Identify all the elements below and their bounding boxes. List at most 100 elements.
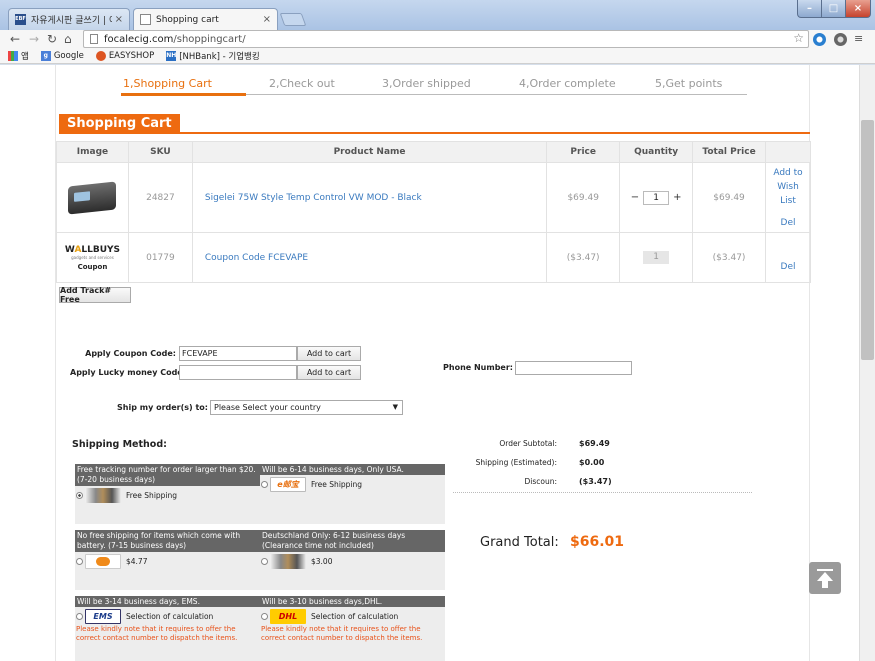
product-link[interactable]: Sigelei 75W Style Temp Control VW MOD - …	[205, 193, 422, 203]
price-cell: $69.49	[546, 162, 621, 233]
shipping-label: Shipping (Estimated):	[475, 458, 557, 467]
sku-cell: 24827	[127, 162, 193, 233]
apply-lucky-money-button[interactable]: Add to cart	[297, 365, 361, 380]
col-price: Price	[546, 141, 621, 163]
table-row: 24827 Sigelei 75W Style Temp Control VW …	[56, 162, 811, 233]
close-tab-icon[interactable]: ×	[263, 14, 271, 25]
eyoubao-logo-icon: e邮宝	[270, 477, 306, 492]
shipping-radio[interactable]	[261, 558, 268, 565]
shipping-value: $0.00	[579, 458, 605, 467]
home-icon[interactable]: ⌂	[64, 31, 72, 47]
shipping-option-ems: Will be 3-14 business days, EMS. EMS Sel…	[75, 596, 260, 661]
menu-icon[interactable]: ≡	[854, 31, 863, 47]
discount-label: Discoun:	[524, 477, 557, 486]
quantity-cell: 1	[619, 232, 694, 283]
new-tab-button[interactable]	[279, 13, 307, 26]
product-name-cell: Sigelei 75W Style Temp Control VW MOD - …	[191, 162, 548, 233]
lucky-money-label: Apply Lucky money Code:	[70, 368, 186, 377]
page-icon	[90, 34, 98, 44]
qty-plus-button[interactable]: +	[673, 192, 681, 203]
option-header: Will be 6-14 business days, Only USA.	[260, 464, 445, 475]
step-shopping-cart: 1,Shopping Cart	[123, 77, 212, 90]
bookmark-apps[interactable]: 앱	[8, 50, 29, 62]
grand-total-value: $66.01	[570, 534, 625, 550]
add-track-button[interactable]: Add Track# Free	[59, 286, 131, 304]
back-to-top-button[interactable]	[809, 562, 841, 594]
add-to-wishlist-link[interactable]: Add to Wish List	[773, 168, 802, 206]
browser-toolbar: ← → ↻ ⌂ focalecig.com /shoppingcart/ ☆ ≡	[0, 30, 875, 48]
col-image: Image	[56, 141, 129, 163]
tab-inactive[interactable]: EBF 자유게시판 글쓰기 | 이비 ×	[8, 8, 130, 30]
sku-cell: 01779	[127, 232, 193, 283]
bookmark-nhbank[interactable]: NH [NHBank] - 기업뱅킹	[166, 50, 260, 62]
address-bar[interactable]: focalecig.com /shoppingcart/ ☆	[83, 30, 809, 48]
truck-logo-icon	[270, 554, 306, 569]
bookmark-google[interactable]: g Google	[40, 50, 84, 61]
phone-number-input[interactable]	[515, 361, 632, 375]
url-path: /shoppingcart/	[173, 33, 246, 45]
actions-cell: Add to Wish List Del	[765, 162, 811, 233]
section-heading: Shopping Cart	[59, 114, 810, 134]
option-header: Deutschland Only: 6-12 business days (Cl…	[260, 530, 445, 552]
step-order-shipped: 3,Order shipped	[382, 77, 471, 90]
apply-coupon-button[interactable]: Add to cart	[297, 346, 361, 361]
col-quantity: Quantity	[619, 141, 694, 163]
shipping-radio[interactable]	[261, 613, 268, 620]
qty-minus-button[interactable]: −	[631, 192, 639, 203]
page-title: Shopping Cart	[59, 114, 180, 134]
step-get-points: 5,Get points	[655, 77, 723, 90]
shipping-option-battery: No free shipping for items which come wi…	[75, 530, 260, 590]
ship-to-label: Ship my order(s) to:	[117, 403, 208, 412]
maximize-button[interactable]: □	[821, 0, 846, 18]
option-label: Free Shipping	[311, 480, 363, 489]
nh-icon: NH	[166, 50, 177, 61]
page-scrollbar[interactable]	[859, 65, 875, 661]
price-cell: ($3.47)	[546, 232, 621, 283]
shipping-option-eyoubao: Will be 6-14 business days, Only USA. e邮…	[260, 464, 445, 524]
tab-title: 자유게시판 글쓰기 | 이비	[31, 16, 112, 26]
option-header: Free tracking number for order larger th…	[75, 464, 260, 486]
col-actions	[765, 141, 811, 163]
close-tab-icon[interactable]: ×	[115, 14, 123, 25]
delete-link[interactable]: Del	[781, 262, 796, 272]
apps-grid-icon	[8, 50, 18, 61]
shipping-option-deutschland: Deutschland Only: 6-12 business days (Cl…	[260, 530, 445, 590]
shipping-radio[interactable]	[76, 492, 83, 499]
ebf-favicon-icon: EBF	[15, 14, 26, 25]
easyshop-icon	[95, 50, 106, 61]
globe-icon[interactable]	[834, 33, 847, 46]
bookmark-easyshop[interactable]: EASYSHOP	[95, 50, 155, 61]
minimize-button[interactable]: –	[797, 0, 822, 18]
forward-arrow-icon[interactable]: →	[29, 31, 39, 47]
delete-link[interactable]: Del	[781, 216, 796, 230]
qty-input[interactable]: 1	[643, 190, 670, 205]
bookmark-star-icon[interactable]: ☆	[793, 31, 804, 45]
quantity-cell: − 1 +	[619, 162, 694, 233]
shipping-radio[interactable]	[261, 481, 268, 488]
country-select[interactable]: Please Select your country ▼	[210, 400, 403, 415]
cart-page: 1,Shopping Cart 2,Check out 3,Order ship…	[55, 65, 811, 661]
phone-label: Phone Number:	[443, 363, 513, 372]
page-viewport: 1,Shopping Cart 2,Check out 3,Order ship…	[0, 65, 859, 661]
shipping-radio[interactable]	[76, 558, 83, 565]
back-arrow-icon[interactable]: ←	[10, 31, 20, 47]
product-image-cell	[56, 162, 129, 233]
qty-readonly: 1	[643, 251, 670, 264]
product-thumbnail[interactable]	[68, 180, 117, 215]
option-label: $3.00	[311, 557, 333, 566]
lucky-money-input[interactable]	[179, 365, 297, 380]
option-header: Will be 3-10 business days,DHL.	[260, 596, 445, 607]
scrollbar-thumb[interactable]	[861, 120, 874, 360]
extension-icon[interactable]	[813, 33, 826, 46]
reload-icon[interactable]: ↻	[47, 31, 57, 47]
product-link[interactable]: Coupon Code FCEVAPE	[205, 253, 308, 263]
grand-total-label: Grand Total:	[480, 535, 559, 550]
coupon-caption: Coupon	[77, 262, 108, 271]
close-window-button[interactable]: ×	[845, 0, 871, 18]
coupon-code-input[interactable]: FCEVAPE	[179, 346, 297, 361]
cart-table: Image SKU Product Name Price Quantity To…	[56, 141, 811, 283]
bookmark-label: EASYSHOP	[108, 50, 155, 61]
shipping-radio[interactable]	[76, 613, 83, 620]
option-label: $4.77	[126, 557, 148, 566]
tab-active[interactable]: Shopping cart ×	[133, 8, 278, 30]
